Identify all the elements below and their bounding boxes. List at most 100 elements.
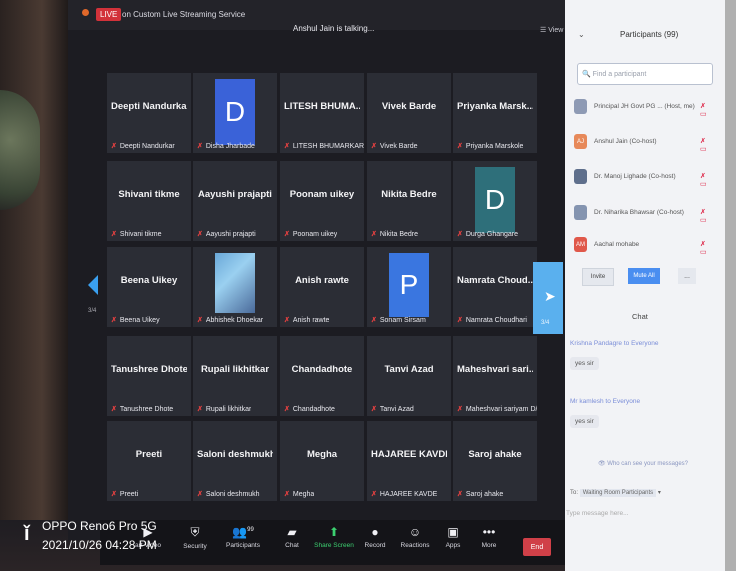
participant-name-label: ✗ Preeti — [111, 491, 139, 498]
participant-tile[interactable]: Priyanka Marsk... ✗ Priyanka Marskole — [453, 73, 537, 153]
participant-avatar: P — [389, 253, 429, 317]
participant-tile[interactable]: Tanvi Azad ✗ Tanvi Azad — [367, 336, 451, 416]
reactions-button[interactable]: ☺ Reactions — [395, 525, 435, 549]
participant-tile[interactable]: D ✗ Durga Ghangare — [453, 161, 537, 241]
share-screen-button[interactable]: ⬆ Share Screen — [314, 525, 354, 549]
apps-icon: ▣ — [447, 525, 459, 539]
more-options-button[interactable]: ... — [678, 268, 696, 284]
chat-message-input[interactable]: Type message here... — [566, 510, 629, 517]
participant-tile[interactable]: D ✗ Disha Jharbade — [193, 73, 277, 153]
end-meeting-button[interactable]: End — [523, 538, 551, 556]
participant-tile[interactable]: LITESH BHUMA... ✗ LITESH BHUMARKAR — [280, 73, 364, 153]
muted-mic-icon: ✗ — [111, 406, 117, 413]
participant-display-name: Saloni deshmukh — [197, 449, 273, 460]
participant-list-avatar: AM — [574, 237, 587, 252]
participant-name-label: ✗ Maheshvari sariyam D/... — [457, 406, 537, 413]
participant-tile[interactable]: Megha ✗ Megha — [280, 421, 364, 501]
participant-display-name: Aayushi prajapti — [198, 189, 272, 200]
participant-tile[interactable]: Chandadhote ✗ Chandadhote — [280, 336, 364, 416]
shield-button[interactable]: ⛨ Security — [175, 525, 215, 550]
participant-tile[interactable]: Beena Uikey ✗ Beena Uikey — [107, 247, 191, 327]
muted-mic-icon: ✗ — [457, 491, 463, 498]
participant-tile[interactable]: Aayushi prajapti ✗ Aayushi prajapti — [193, 161, 277, 241]
participant-display-name: Tanushree Dhote — [111, 364, 187, 375]
who-can-see-link[interactable]: 👁 Who can see your messages? — [598, 460, 688, 467]
chat-button[interactable]: ▰ Chat — [272, 525, 312, 549]
participant-tile[interactable]: Maheshvari sari... ✗ Maheshvari sariyam D/… — [453, 336, 537, 416]
muted-mic-icon: ✗ — [111, 317, 117, 324]
chat-recipient-selector[interactable]: To: Waiting Room Participants ▾ — [570, 489, 661, 497]
participant-tile[interactable]: Nikita Bedre ✗ Nikita Bedre — [367, 161, 451, 241]
stream-label[interactable]: on Custom Live Streaming Service — [122, 10, 245, 19]
mic-video-status-icon: ✗ ▭ — [700, 138, 707, 153]
participant-tile[interactable]: Saloni deshmukh ✗ Saloni deshmukh — [193, 421, 277, 501]
participant-list-item[interactable]: AM Aachal mohabe ✗ ▭ — [574, 235, 714, 257]
participant-name-label: ✗ Shivani tikme — [111, 231, 162, 238]
participant-list-item[interactable]: Dr. Niharika Bhawsar (Co-host) ✗ ▭ — [574, 203, 714, 225]
participant-display-name: Priyanka Marsk... — [457, 101, 533, 112]
view-label: View — [548, 27, 564, 34]
more-button[interactable]: ••• More — [469, 525, 509, 549]
participant-tile[interactable]: Deepti Nandurkar ✗ Deepti Nandurkar — [107, 73, 191, 153]
participant-search-input[interactable]: 🔍 Find a participant — [577, 63, 713, 85]
participant-tile[interactable]: Shivani tikme ✗ Shivani tikme — [107, 161, 191, 241]
participant-display-name: Megha — [306, 449, 338, 460]
participant-name-label: ✗ Priyanka Marskole — [457, 143, 524, 150]
participant-tile[interactable]: HAJAREE KAVDE ✗ HAJAREE KAVDE — [367, 421, 451, 501]
participant-tile[interactable]: Vivek Barde ✗ Vivek Barde — [367, 73, 451, 153]
participant-tile[interactable]: Rupali likhitkar ✗ Rupali likhitkar — [193, 336, 277, 416]
participant-tile[interactable]: Namrata Choud... ✗ Namrata Choudhari — [453, 247, 537, 327]
participant-tile[interactable]: Anish rawte ✗ Anish rawte — [280, 247, 364, 327]
participant-tile[interactable]: Tanushree Dhote ✗ Tanushree Dhote — [107, 336, 191, 416]
participants-title: Participants (99) — [620, 30, 679, 39]
participant-list-item[interactable]: Dr. Manoj Lighade (Co-host) ✗ ▭ — [574, 167, 714, 189]
participant-name-label: ✗ Anish rawte — [284, 317, 330, 324]
toolbar-label: Share Screen — [314, 542, 354, 549]
mute-all-button[interactable]: Mute All — [628, 268, 660, 284]
participant-name-label: ✗ Nikita Bedre — [371, 231, 419, 238]
record-button[interactable]: ● Record — [355, 525, 395, 549]
camera-logo-icon: ǐ — [24, 523, 30, 545]
live-badge[interactable]: LIVE — [96, 8, 122, 21]
participant-tile[interactable]: Saroj ahake ✗ Saroj ahake — [453, 421, 537, 501]
chat-message: yes sir — [570, 415, 599, 428]
participant-list-item[interactable]: Principal JH Govt PG ... (Host, me) ✗ ▭ — [574, 97, 714, 119]
muted-mic-icon: ✗ — [457, 231, 463, 238]
watermark-timestamp: 2021/10/26 04:28 PM — [42, 538, 157, 552]
participant-list-avatar — [574, 169, 587, 184]
participant-display-name: Preeti — [135, 449, 163, 460]
muted-mic-icon: ✗ — [457, 317, 463, 324]
muted-mic-icon: ✗ — [284, 491, 290, 498]
participant-tile[interactable]: Preeti ✗ Preeti — [107, 421, 191, 501]
participant-name-label: ✗ Namrata Choudhari — [457, 317, 527, 324]
participants-button[interactable]: 👥99 Participants — [223, 525, 263, 549]
view-button[interactable]: ☰ View — [540, 26, 563, 34]
participant-list-avatar — [574, 205, 587, 220]
participant-name-label: ✗ Tanushree Dhote — [111, 406, 174, 413]
cursor-icon: ➤ — [544, 288, 556, 304]
participant-display-name: LITESH BHUMA... — [284, 101, 360, 112]
participant-count: 99 — [247, 527, 254, 533]
mic-video-status-icon: ✗ ▭ — [700, 241, 707, 256]
collapse-chevron-icon[interactable]: ⌄ — [578, 30, 585, 39]
previous-page-arrow-icon[interactable] — [88, 275, 98, 295]
participant-tile[interactable]: Poonam uikey ✗ Poonam uikey — [280, 161, 364, 241]
participant-avatar-image — [215, 253, 255, 313]
participant-display-name: Shivani tikme — [118, 189, 180, 200]
muted-mic-icon: ✗ — [371, 231, 377, 238]
participant-name-label: ✗ Chandadhote — [284, 406, 335, 413]
apps-button[interactable]: ▣ Apps — [433, 525, 473, 549]
chat-title: Chat — [632, 312, 648, 321]
participant-display-name: Deepti Nandurkar — [111, 101, 187, 112]
participant-name-label: ✗ Saloni deshmukh — [197, 491, 260, 498]
invite-button[interactable]: Invite — [582, 268, 614, 286]
participant-name-label: ✗ Beena Uikey — [111, 317, 160, 324]
participant-display-name: Chandadhote — [291, 364, 353, 375]
muted-mic-icon: ✗ — [284, 143, 290, 150]
muted-mic-icon: ✗ — [457, 143, 463, 150]
participant-list-item[interactable]: AJ Anshul Jain (Co-host) ✗ ▭ — [574, 132, 714, 154]
participant-tile[interactable]: ✗ Abhishek Dhoekar — [193, 247, 277, 327]
participant-tile[interactable]: P ✗ Sonam Sirsam — [367, 247, 451, 327]
toolbar-label: Chat — [285, 542, 299, 549]
participant-list-name: Anshul Jain (Co-host) — [594, 138, 657, 145]
